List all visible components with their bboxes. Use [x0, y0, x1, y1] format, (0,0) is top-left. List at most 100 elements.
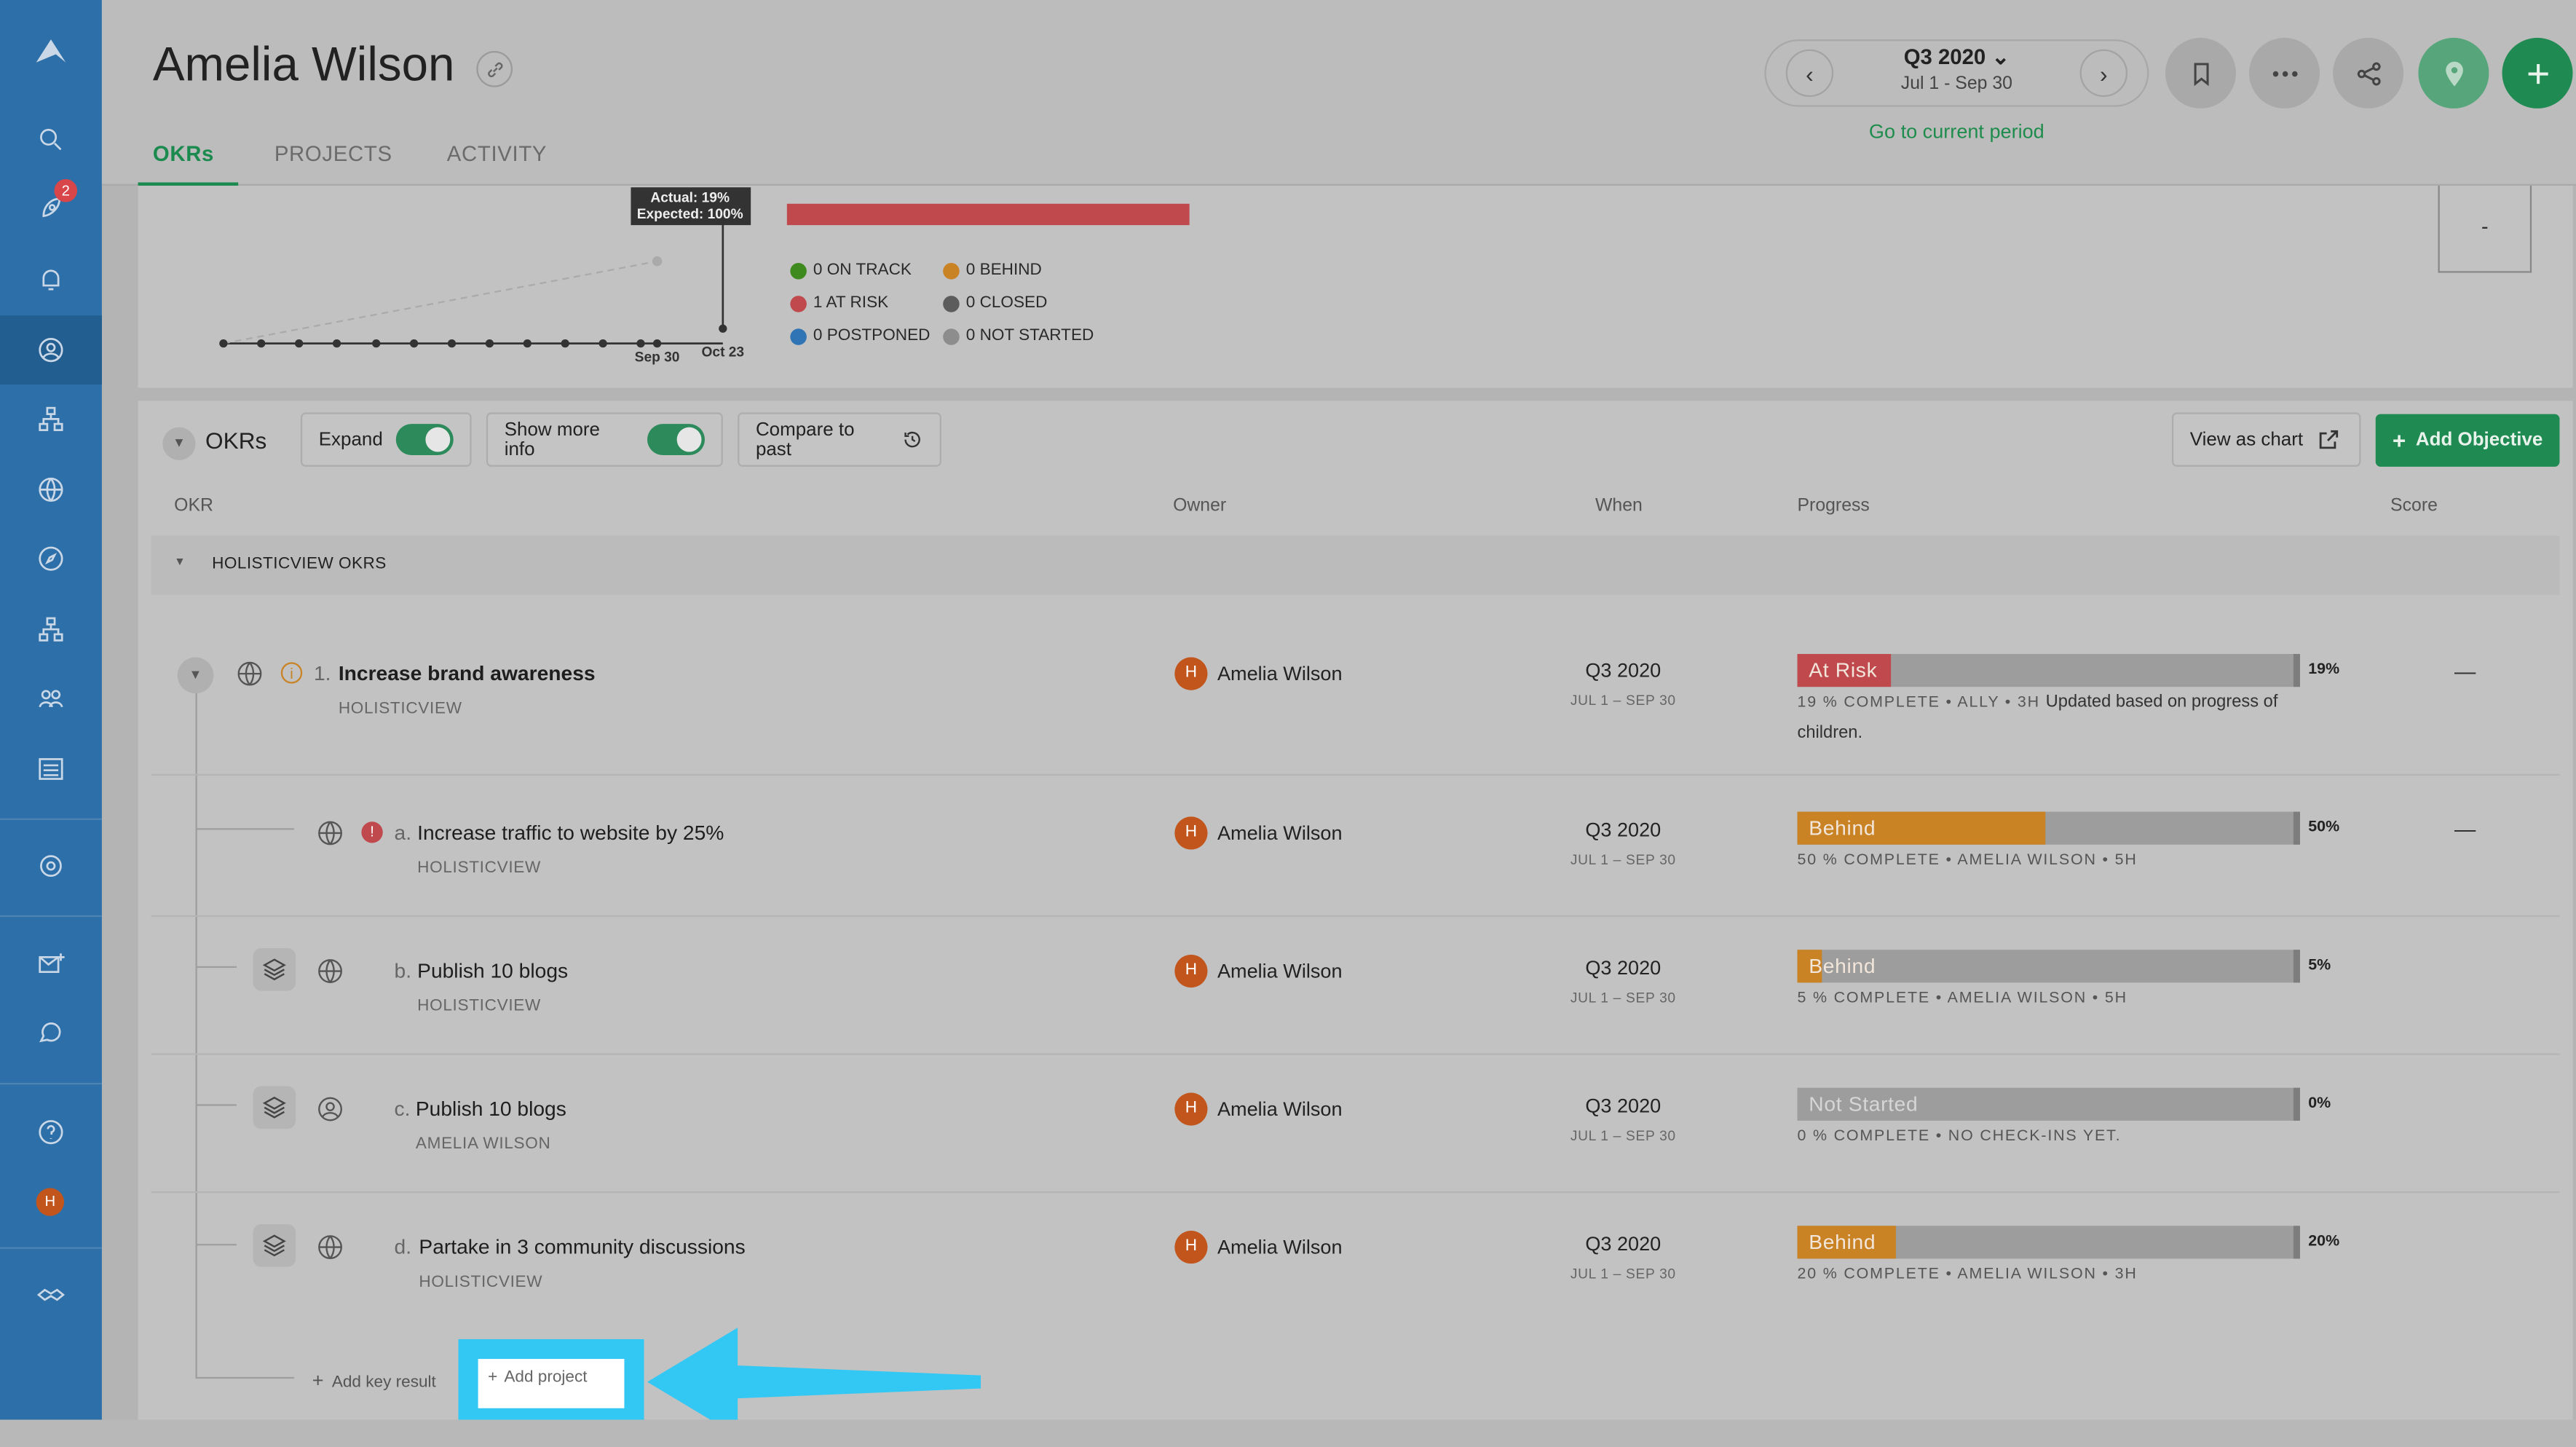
globe-icon: [314, 816, 347, 849]
team-icon[interactable]: [31, 679, 71, 718]
mail-add-icon[interactable]: [31, 945, 71, 984]
alert-icon[interactable]: !: [361, 821, 383, 843]
hierarchy-icon[interactable]: [31, 610, 71, 649]
tree-connector: [195, 1104, 237, 1106]
progress-bar[interactable]: Behind: [1797, 950, 2300, 983]
go-to-current-period-link[interactable]: Go to current period: [1827, 120, 2087, 143]
when-range: JUL 1 – SEP 30: [1570, 851, 1676, 868]
collapse-chevron-icon[interactable]: ▼: [162, 427, 196, 460]
layers-icon[interactable]: [253, 947, 296, 991]
bell-icon[interactable]: [31, 260, 71, 299]
group-header[interactable]: ▼ HOLISTICVIEW OKRS: [151, 535, 2560, 595]
show-more-info-toggle[interactable]: Show more info: [486, 412, 723, 467]
when-range: JUL 1 – SEP 30: [1570, 1127, 1676, 1144]
compass-icon[interactable]: [31, 539, 71, 578]
add-objective-button[interactable]: + Add Objective: [2375, 414, 2560, 467]
share-icon[interactable]: [2333, 37, 2404, 109]
add-icon[interactable]: [2502, 37, 2573, 109]
user-avatar[interactable]: H: [36, 1188, 64, 1216]
history-icon: [904, 431, 921, 448]
owner-name[interactable]: Amelia Wilson: [1217, 821, 1343, 845]
expected-point: [652, 256, 663, 267]
okr-title[interactable]: Partake in 3 community discussions: [419, 1236, 745, 1259]
map-pin-icon[interactable]: [2418, 37, 2489, 109]
column-header-okr: OKR: [174, 496, 213, 516]
help-icon[interactable]: [31, 1113, 71, 1152]
layers-icon[interactable]: [253, 1086, 296, 1129]
legend-dot: [790, 261, 807, 279]
sidebar-divider: [0, 1247, 102, 1249]
org-chart-icon[interactable]: [31, 399, 71, 438]
owner-name[interactable]: Amelia Wilson: [1217, 1097, 1343, 1121]
progress-bar[interactable]: At Risk: [1797, 654, 2300, 687]
okr-title[interactable]: Increase traffic to website by 25%: [417, 821, 724, 845]
legend-dot: [943, 328, 960, 344]
chevron-left-icon[interactable]: ‹: [1785, 49, 1834, 98]
chat-add-icon[interactable]: [31, 1014, 71, 1053]
expand-toggle[interactable]: Expand: [300, 412, 472, 467]
actual-point: [447, 339, 457, 348]
okr-title[interactable]: Publish 10 blogs: [416, 1097, 566, 1121]
progress-bar[interactable]: Behind: [1797, 1226, 2300, 1259]
group-label: HOLISTICVIEW OKRS: [212, 555, 387, 574]
globe-icon: [233, 658, 266, 690]
bookmark-icon[interactable]: [2165, 37, 2236, 109]
chevron-right-icon[interactable]: ›: [2079, 49, 2128, 98]
owner-avatar: H: [1174, 657, 1208, 690]
user-circle-icon[interactable]: [31, 331, 71, 370]
okr-title[interactable]: Increase brand awareness: [339, 662, 596, 685]
group-collapse-icon[interactable]: ▼: [174, 557, 186, 569]
add-project-button[interactable]: + Add project: [478, 1359, 625, 1408]
gear-icon[interactable]: [31, 846, 71, 886]
progress-note-cont: children.: [1798, 723, 1863, 743]
info-icon[interactable]: i: [280, 662, 303, 684]
row-divider: [151, 1053, 2560, 1055]
expand-switch[interactable]: [395, 424, 454, 456]
progress-meta: 5 % COMPLETE • AMELIA WILSON • 5H: [1797, 989, 2127, 1008]
actual-point: [219, 339, 228, 348]
search-icon[interactable]: [31, 120, 71, 159]
okr-index: b.: [394, 959, 412, 983]
more-info-switch[interactable]: [647, 424, 705, 456]
list-icon[interactable]: [31, 749, 71, 789]
tab-projects[interactable]: PROJECTS: [274, 141, 392, 166]
score-value[interactable]: —: [2454, 816, 2476, 841]
tab-activity[interactable]: ACTIVITY: [447, 141, 547, 166]
compare-to-past-button[interactable]: Compare to past: [738, 412, 941, 467]
period-label[interactable]: Q3 2020 ⌄: [1844, 44, 2070, 71]
owner-name[interactable]: Amelia Wilson: [1217, 662, 1343, 685]
globe-icon: [314, 1231, 347, 1263]
add-key-result-button[interactable]: + Add key result: [312, 1369, 436, 1392]
owner-avatar: H: [1174, 1231, 1208, 1264]
layers-icon[interactable]: [253, 1224, 296, 1267]
handshake-icon[interactable]: [31, 1275, 71, 1314]
view-as-chart-button[interactable]: View as chart: [2171, 412, 2361, 467]
status-label: Behind: [1809, 1231, 1876, 1254]
legend-label: 1 AT RISK: [813, 293, 889, 312]
owner-name[interactable]: Amelia Wilson: [1217, 960, 1343, 983]
tab-okrs[interactable]: OKRs: [153, 141, 214, 166]
page-header: Amelia Wilson OKRs PROJECTS ACTIVITY ‹ Q…: [101, 0, 2576, 186]
progress-bar[interactable]: Behind: [1797, 811, 2300, 845]
progress-bar[interactable]: Not Started: [1797, 1087, 2300, 1121]
okr-title[interactable]: Publish 10 blogs: [417, 960, 568, 983]
sidebar-divider: [0, 818, 102, 820]
tree-connector: [195, 1376, 294, 1379]
okr-team: HOLISTICVIEW: [419, 1273, 543, 1292]
expand-chevron-icon[interactable]: ▼: [177, 657, 214, 694]
owner-name[interactable]: Amelia Wilson: [1217, 1236, 1343, 1259]
column-header-progress: Progress: [1797, 496, 1870, 516]
link-icon[interactable]: [476, 50, 513, 87]
x-tick-label: Oct 23: [702, 345, 745, 360]
owner-avatar: H: [1174, 1092, 1208, 1126]
score-value[interactable]: —: [2454, 659, 2476, 684]
more-icon[interactable]: [2249, 37, 2320, 109]
progress-percent: 20%: [2308, 1232, 2340, 1251]
view-chart-label: View as chart: [2189, 430, 2304, 450]
expected-line: [223, 260, 657, 344]
actual-point: [523, 339, 532, 348]
globe-icon[interactable]: [31, 470, 71, 509]
logo-icon[interactable]: [31, 33, 71, 72]
legend-label: 0 ON TRACK: [813, 261, 912, 280]
score-summary-box: -: [2438, 185, 2532, 273]
